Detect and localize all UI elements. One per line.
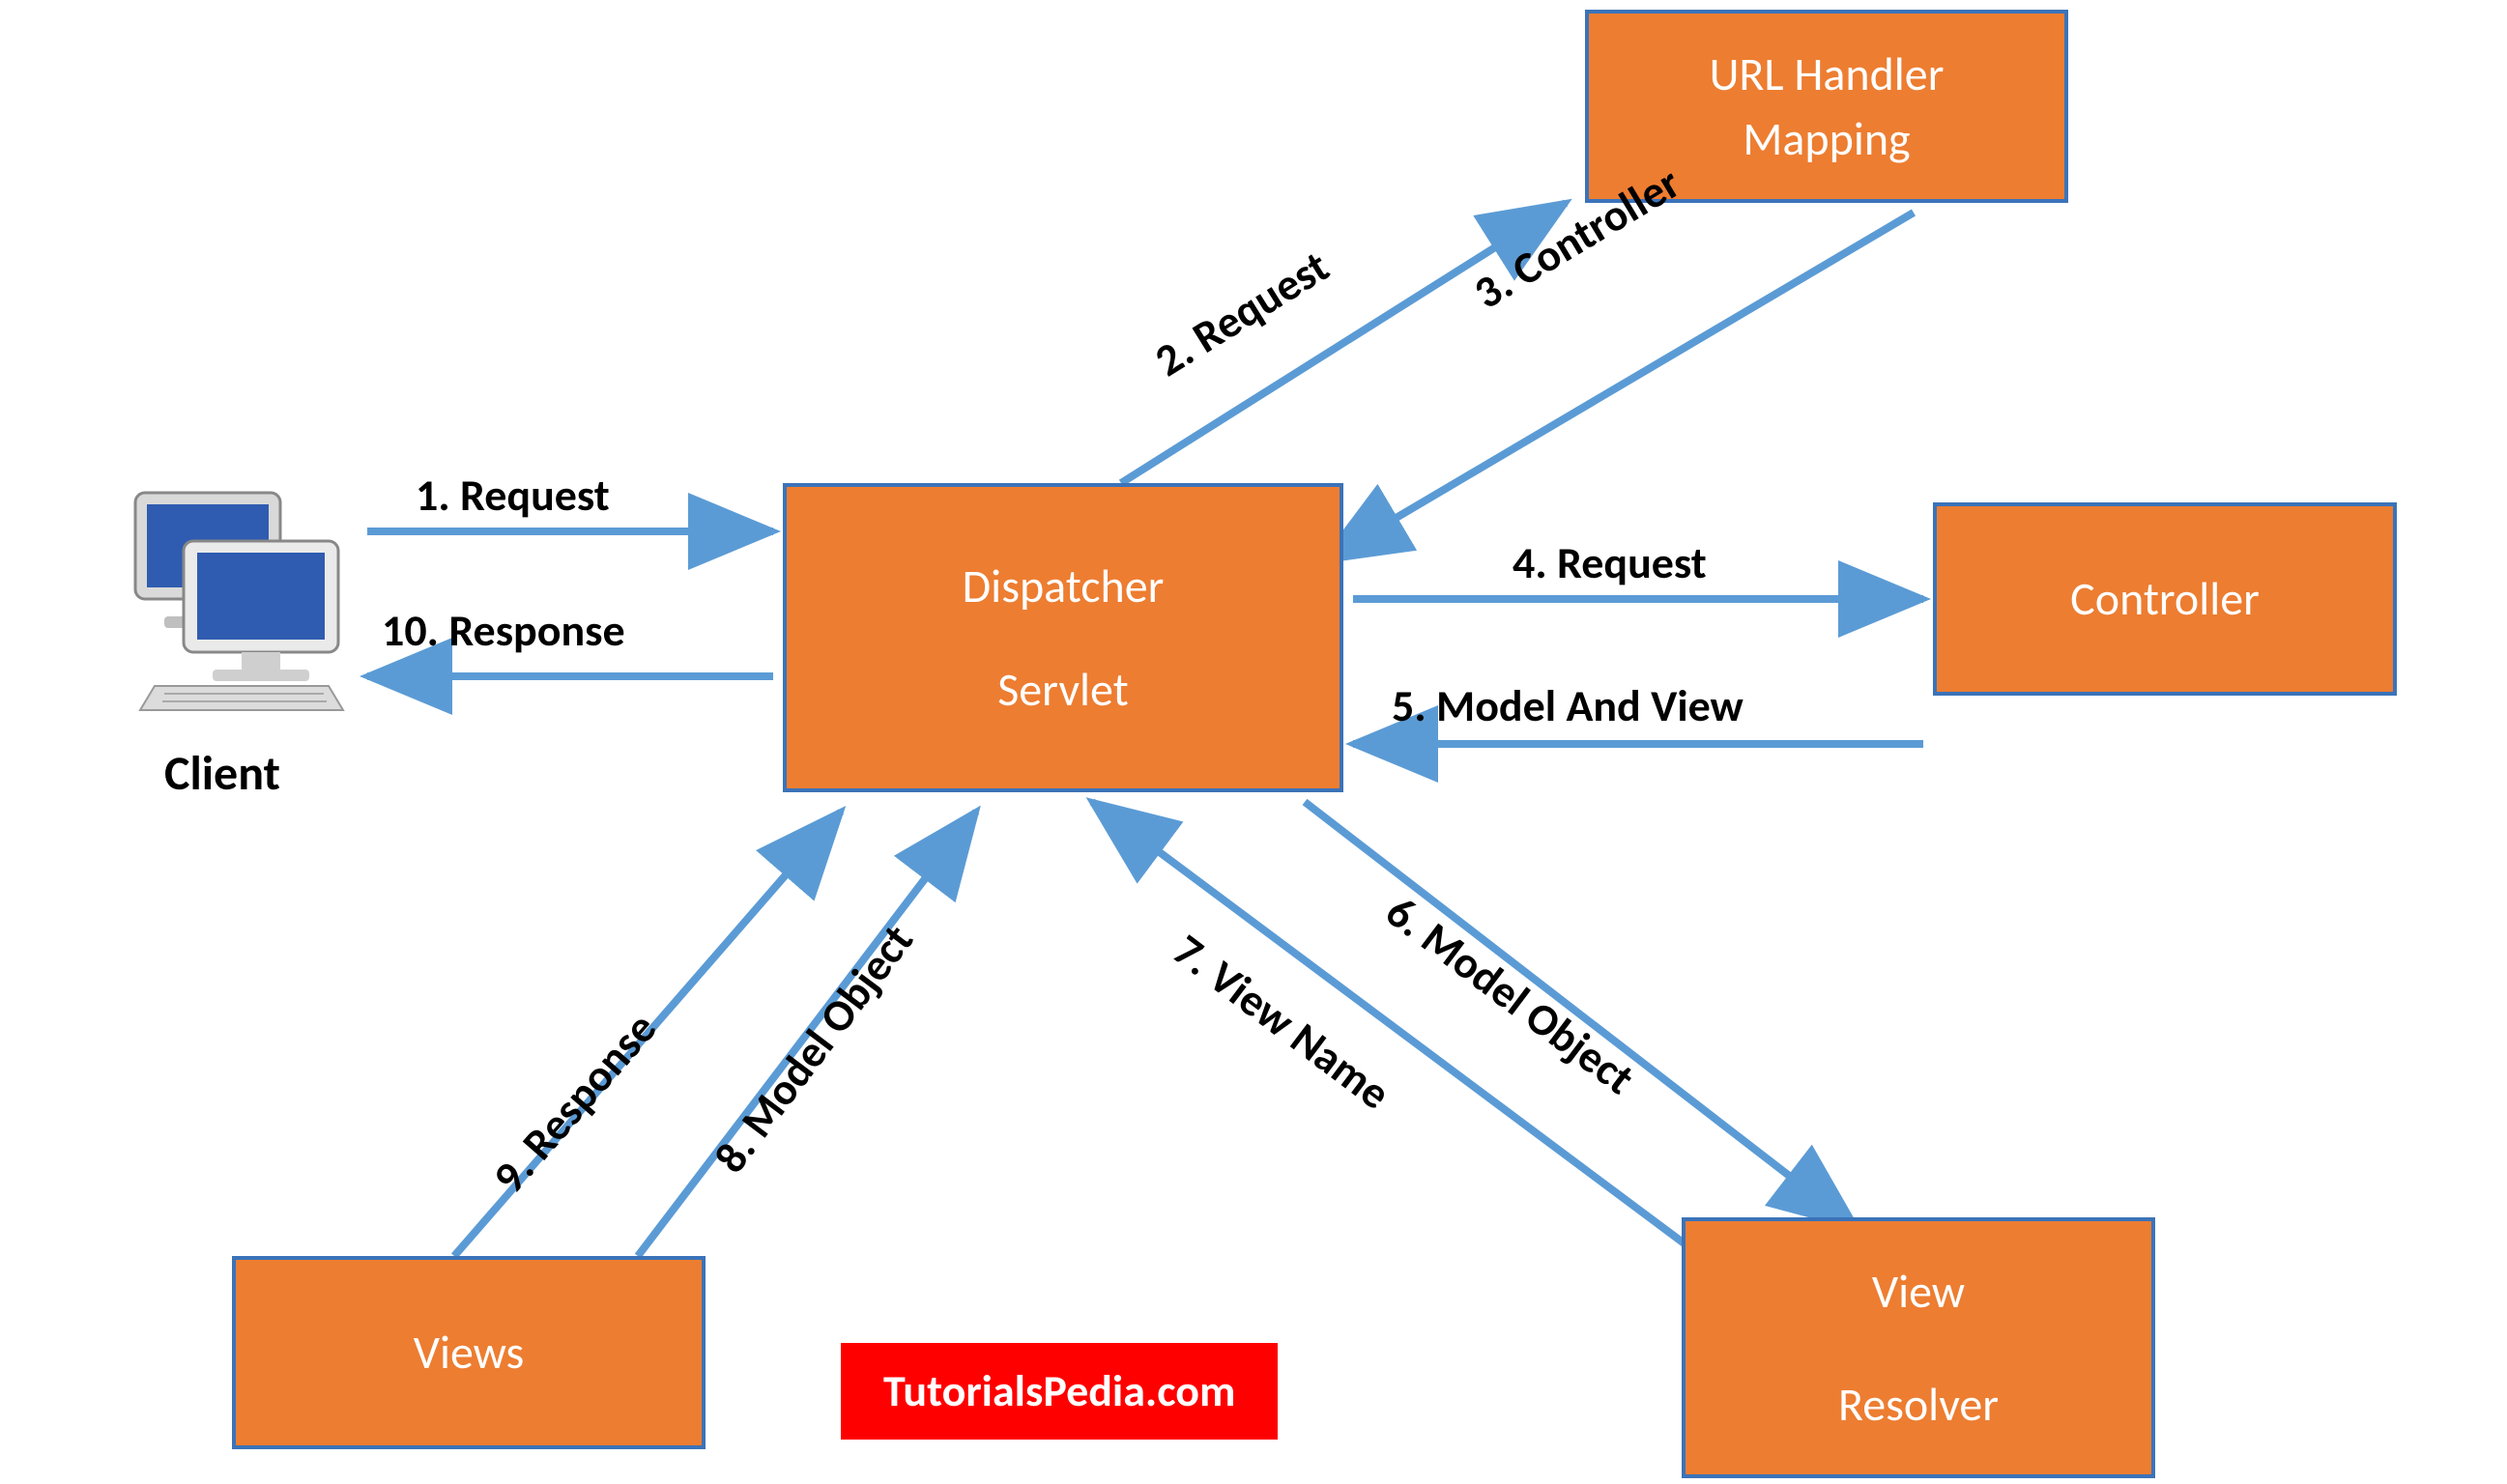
client-label: Client (164, 744, 280, 803)
url-handler-line2: Mapping (1743, 106, 1910, 171)
watermark: TutorialsPedia.com (841, 1343, 1278, 1440)
view-resolver-box: View Resolver (1682, 1217, 2155, 1478)
edge-1-label: 1. Request (416, 469, 610, 523)
edge-7-label: 7. View Name (1163, 924, 1400, 1122)
controller-box: Controller (1933, 502, 2397, 696)
edge-9-label: 9. Response (482, 1002, 668, 1204)
edge-4-label: 4. Request (1513, 536, 1707, 590)
view-resolver-line1: View (1872, 1259, 1965, 1324)
edge-5-label: 5. Model And View (1392, 679, 1743, 733)
dispatcher-line2: Servlet (997, 657, 1129, 722)
controller-line1: Controller (2070, 566, 2260, 631)
edge-6-label: 6. Model Object (1375, 885, 1644, 1106)
edge-10-label: 10. Response (382, 604, 625, 658)
edge-2-label: 2. Request (1145, 240, 1339, 388)
dispatcher-servlet-box: Dispatcher Servlet (783, 483, 1343, 792)
dispatcher-line1: Dispatcher (963, 554, 1165, 618)
client-icon (106, 483, 358, 715)
view-resolver-line2: Resolver (1838, 1372, 1999, 1437)
url-handler-line1: URL Handler (1710, 42, 1945, 106)
views-box: Views (232, 1256, 706, 1449)
edge-3-label: 3. Controller (1465, 156, 1690, 321)
edge-8-label: 8. Model Object (704, 914, 925, 1183)
views-line1: Views (414, 1320, 525, 1384)
